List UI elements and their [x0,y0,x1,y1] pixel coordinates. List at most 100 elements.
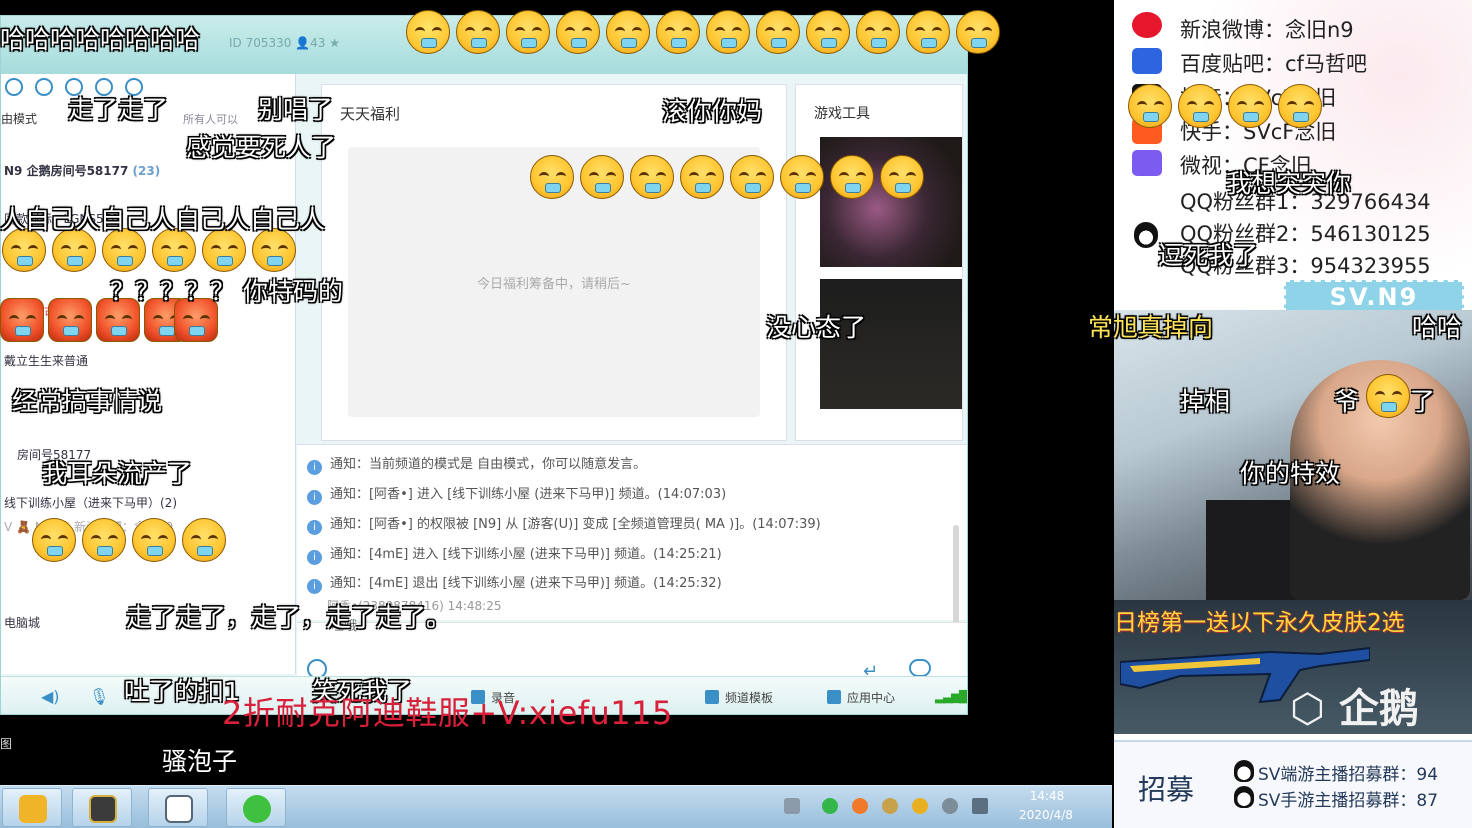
promo-watermark: 2折耐克阿迪鞋服+V:xiefu115 [222,694,673,732]
cold-face-emoji-icon [182,518,226,562]
channel-template-button[interactable]: 频道模板 [705,689,773,706]
danmaku-message: 人自己人自己人自己人自己人 [0,205,326,234]
cold-face-emoji-icon [1366,374,1410,418]
music-app-icon [243,795,271,823]
notice-text: 通知：当前频道的模式是 自由模式，你可以随意发言。 [330,457,647,472]
game-app-icon [89,795,117,823]
notice-text: 通知：[阿香•] 的权限被 [N9] 从 [游客(U)] 变成 [全频道管理员(… [330,517,821,532]
cold-face-emoji-icon [82,518,126,562]
welfare-empty-text: 今日福利筹备中，请稍后~ [477,277,631,292]
cold-face-emoji-icon [630,155,674,199]
danmaku-message: 我耳朵流产了 [42,459,193,488]
notice-line: i 通知：当前频道的模式是 自由模式，你可以随意发言。 [307,453,646,475]
chat-scrollbar[interactable] [953,525,959,635]
danmaku-message: 你的特效 [1240,459,1341,488]
tray-volume-icon[interactable] [942,798,958,814]
mode-selector[interactable]: 由模式 [1,110,37,127]
cold-face-emoji-icon [580,155,624,199]
clock-date[interactable]: 2020/4/8 [1010,808,1082,822]
room-header[interactable]: N9 企鹅房间号58177 (23) [1,162,296,179]
danmaku-message: 哈哈哈哈哈哈哈哈 [0,25,201,54]
danmaku-message: 走了走了 [68,95,169,124]
tray-app-icon[interactable] [882,798,898,814]
channel-tree-panel: 由模式 所有人可以 N9 企鹅房间号58177 (23) 同款时标 · LGNS… [1,74,296,674]
taskbar-app-yy[interactable] [2,788,62,827]
qq-penguin-icon [1234,786,1254,808]
template-icon [705,690,719,704]
user-icon[interactable] [5,78,23,96]
danmaku-message: 经常搞事情说 [12,387,163,416]
tree-item[interactable]: 线下训练小屋（进来下马甲）(2) [1,494,296,511]
danmaku-message: 我想突突你 [1226,169,1352,198]
danmaku-message: 爷 [1334,387,1360,416]
info-icon: i [307,460,322,475]
notice-line: i 通知：[4mE] 进入 [线下训练小屋 (进来下马甲)] 频道。(14:25:… [307,543,722,565]
notice-line: i 通知：[4mE] 退出 [线下训练小屋 (进来下马甲)] 频道。(14:25:… [307,572,722,594]
cold-face-emoji-icon [680,155,724,199]
danmaku-message: 滚你你妈 [662,97,763,126]
chat-log: i 通知：当前频道的模式是 自由模式，你可以随意发言。 i 通知：[阿香•] 进入 … [297,444,967,635]
danmaku-message: ？？？？？ 你特码的 [110,277,343,306]
window-app-icon [165,795,193,823]
info-icon: i [307,520,322,535]
notice-line: i 通知：[阿香•] 进入 [线下训练小屋 (进来下马甲)] 频道。(14:07:… [307,483,726,505]
game-tools-panel: 游戏工具 [795,84,963,441]
weibo-icon [1132,12,1162,38]
angry-face-emoji-icon [0,298,44,342]
recruit-row-pc: SV端游主播招募群：94 [1258,765,1439,785]
angry-face-emoji-icon [48,298,92,342]
tray-app-icon[interactable] [912,798,928,814]
tray-app-icon[interactable] [852,798,868,814]
signal-icon: ▂▃▅▇ [935,689,967,704]
template-label: 频道模板 [725,691,774,705]
welfare-title: 天天福利 [340,105,401,123]
taskbar-app-music[interactable] [226,788,286,827]
chat-icon[interactable] [35,78,54,96]
notice-text: 通知：[4mE] 退出 [线下训练小屋 (进来下马甲)] 频道。(14:25:3… [330,576,722,591]
tray-app-icon[interactable] [822,798,838,814]
channel-meta: ID 705330 👤43 ★ [229,36,340,50]
daily-rank-title: 日榜第一送以下永久皮肤2选 [1114,610,1405,636]
cold-face-emoji-icon [756,10,800,54]
side-label: 图 [0,737,13,751]
yy-app-icon [19,795,47,823]
cold-face-emoji-icon [1228,84,1272,128]
cold-face-emoji-icon [706,10,750,54]
tieba-icon [1132,48,1162,74]
cold-face-emoji-icon [506,10,550,54]
danmaku-message: 常旭真掉向 [1088,313,1214,342]
message-menu-icon[interactable] [909,659,931,677]
room-count: (23) [132,164,161,178]
tool-thumbnail[interactable] [820,279,962,409]
game-tools-title: 游戏工具 [814,106,870,122]
recruit-row-mobile: SV手游主播招募群：87 [1258,791,1439,811]
cold-face-emoji-icon [456,10,500,54]
app-center-label: 应用中心 [847,691,896,705]
danmaku-message: 掉相 [1180,387,1231,416]
danmaku-message: 骚泡子 [162,747,238,776]
tray-keyboard-icon[interactable] [784,798,800,814]
cold-face-emoji-icon [906,10,950,54]
crying-emoji-icon [406,10,450,54]
clock-time[interactable]: 14:48 [1022,789,1072,803]
info-icon: i [307,490,322,505]
taskbar-app-game[interactable] [72,788,132,827]
speaker-icon[interactable]: ◀) [41,687,60,706]
tree-item[interactable]: 戴立生生来普通 [1,352,296,369]
cold-face-emoji-icon [1128,84,1172,128]
danmaku-message: 没心态了 [766,313,867,342]
qq-penguin-icon [1234,760,1254,782]
penguin-logo: ⬡ 企鹅 [1290,686,1419,732]
cold-face-emoji-icon [656,10,700,54]
cold-face-emoji-icon [1178,84,1222,128]
microphone-icon[interactable]: 🎙 [89,687,109,706]
tray-network-icon[interactable] [972,798,988,814]
mode-hint: 所有人可以 [183,113,238,126]
cold-face-emoji-icon [830,155,874,199]
info-icon: i [307,579,322,594]
app-center-button[interactable]: 应用中心 [827,689,895,706]
cold-face-emoji-icon [780,155,824,199]
qq-penguin-icon [1134,222,1158,248]
taskbar-app-window[interactable] [148,788,208,827]
danmaku-message: 别唱了 [258,95,334,124]
